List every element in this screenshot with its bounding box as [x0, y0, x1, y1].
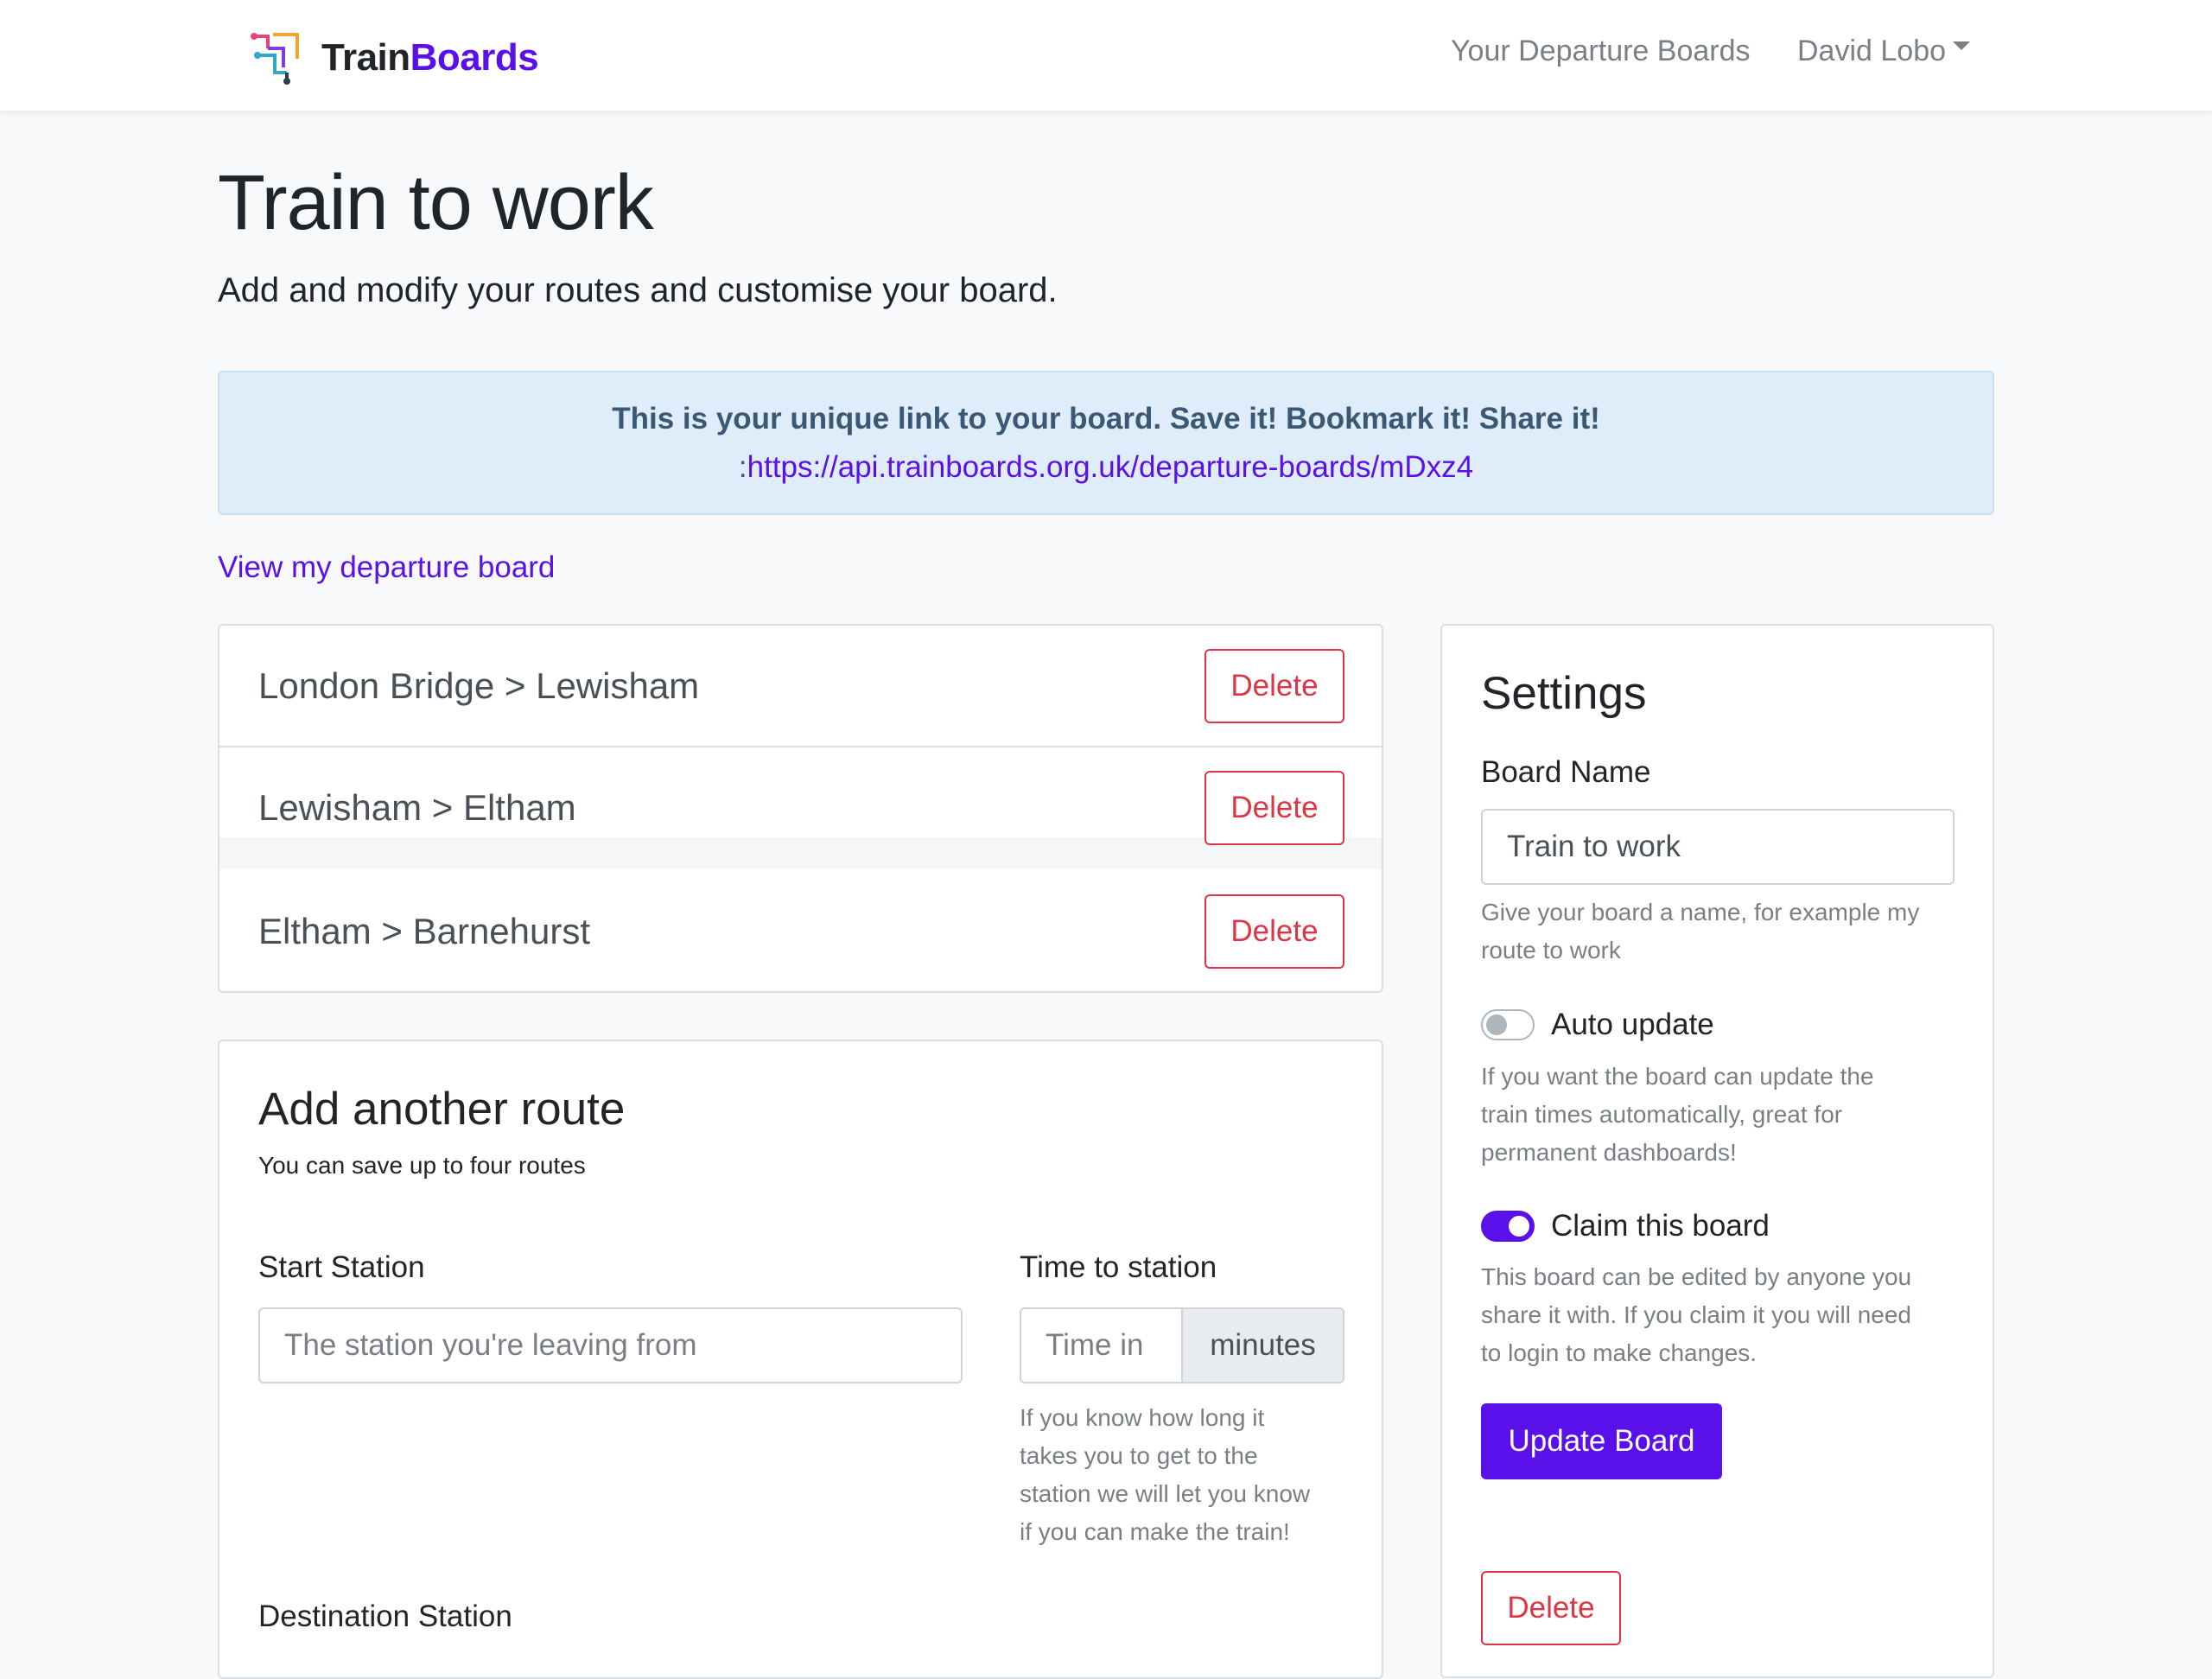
help-line: Give your board a name, for example my: [1481, 899, 1920, 925]
add-route-subtitle: You can save up to four routes: [258, 1152, 586, 1179]
board-name-input[interactable]: [1481, 809, 1955, 885]
delete-route-button[interactable]: Delete: [1205, 894, 1344, 969]
user-menu-dropdown[interactable]: David Lobo: [1797, 35, 1971, 68]
auto-update-help: If you want the board can update the tra…: [1481, 1058, 1874, 1172]
add-route-card: Add another route You can save up to fou…: [218, 1040, 1383, 1679]
alert-link-row: :https://api.trainboards.org.uk/departur…: [219, 450, 1993, 485]
add-route-title: Add another route: [258, 1084, 626, 1135]
brand-name: TrainBoards: [321, 36, 539, 79]
settings-title: Settings: [1481, 668, 1647, 719]
time-to-station-help: If you know how long it takes you to get…: [1020, 1399, 1310, 1551]
board-link-alert: This is your unique link to your board. …: [218, 371, 1994, 515]
claim-board-help: This board can be edited by anyone you s…: [1481, 1258, 1911, 1372]
brand-logo-link[interactable]: TrainBoards: [249, 29, 539, 86]
user-name: David Lobo: [1797, 35, 1947, 67]
alert-heading: This is your unique link to your board. …: [612, 402, 1600, 436]
time-to-station-input[interactable]: [1020, 1307, 1183, 1383]
destination-station-label: Destination Station: [258, 1600, 512, 1633]
page-subtitle: Add and modify your routes and customise…: [218, 271, 1058, 309]
delete-route-button[interactable]: Delete: [1205, 649, 1344, 723]
help-line: share it with. If you claim it you will …: [1481, 1301, 1911, 1328]
help-line: station we will let you know: [1020, 1480, 1311, 1507]
view-departure-board-link[interactable]: View my departure board: [218, 550, 555, 585]
minutes-addon: minutes: [1183, 1307, 1344, 1383]
help-line: if you can make the train!: [1020, 1518, 1290, 1545]
start-station-label: Start Station: [258, 1250, 425, 1284]
route-item: Lewisham > Eltham Delete: [219, 747, 1382, 869]
help-line: train times automatically, great for: [1481, 1101, 1843, 1128]
help-line: to login to make changes.: [1481, 1339, 1758, 1366]
caret-down-icon: [1953, 41, 1971, 51]
claim-board-toggle[interactable]: [1481, 1211, 1535, 1242]
claim-board-label: Claim this board: [1551, 1209, 1770, 1243]
navbar: TrainBoards Your Departure Boards David …: [0, 0, 2212, 111]
route-item: Eltham > Barnehurst Delete: [219, 871, 1382, 991]
toggle-knob: [1509, 1216, 1529, 1237]
route-label: Eltham > Barnehurst: [258, 911, 591, 951]
toggle-knob: [1486, 1014, 1507, 1035]
help-line: This board can be edited by anyone you: [1481, 1263, 1912, 1290]
route-label: London Bridge > Lewisham: [258, 665, 700, 706]
time-to-station-label: Time to station: [1020, 1250, 1217, 1284]
auto-update-toggle[interactable]: [1481, 1009, 1535, 1040]
brand-name-boards: Boards: [410, 36, 539, 79]
help-line: permanent dashboards!: [1481, 1139, 1737, 1166]
brand-name-train: Train: [321, 36, 410, 79]
help-line: If you want the board can update the: [1481, 1063, 1874, 1090]
route-label: Lewisham > Eltham: [258, 787, 576, 828]
update-board-button[interactable]: Update Board: [1481, 1403, 1722, 1479]
board-name-help: Give your board a name, for example my r…: [1481, 894, 1919, 970]
help-line: takes you to get to the: [1020, 1442, 1258, 1469]
help-line: If you know how long it: [1020, 1404, 1265, 1431]
trainboards-logo-icon: [251, 33, 299, 85]
routes-list: London Bridge > Lewisham Delete Lewisham…: [218, 624, 1383, 993]
board-name-label: Board Name: [1481, 755, 1651, 789]
route-item: London Bridge > Lewisham Delete: [219, 626, 1382, 747]
page-title: Train to work: [218, 160, 654, 246]
auto-update-label: Auto update: [1551, 1008, 1714, 1041]
board-url-link[interactable]: https://api.trainboards.org.uk/departure…: [747, 450, 1473, 484]
start-station-input[interactable]: [258, 1307, 963, 1383]
help-line: route to work: [1481, 937, 1621, 964]
delete-board-button[interactable]: Delete: [1481, 1571, 1621, 1645]
delete-route-button[interactable]: Delete: [1205, 771, 1344, 845]
settings-card: Settings Board Name Give your board a na…: [1440, 624, 1994, 1678]
nav-your-departure-boards[interactable]: Your Departure Boards: [1451, 35, 1751, 68]
alert-link-prefix: :: [738, 450, 747, 484]
